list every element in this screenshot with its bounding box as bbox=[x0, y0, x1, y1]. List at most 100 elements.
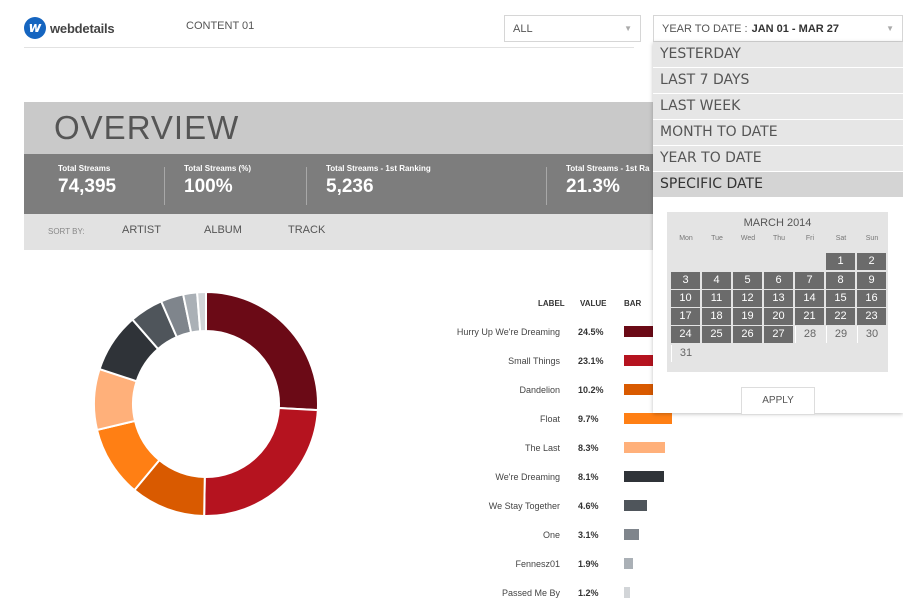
calendar-day[interactable]: 27 bbox=[764, 326, 793, 343]
sort-artist[interactable]: ARTIST bbox=[122, 224, 161, 236]
column-header-value: VALUE bbox=[580, 299, 607, 308]
calendar-day[interactable]: 6 bbox=[764, 272, 793, 289]
weekday-label: Wed bbox=[740, 235, 756, 242]
row-label: Passed Me By bbox=[501, 588, 560, 598]
header-divider bbox=[24, 47, 634, 48]
calendar-day[interactable]: 24 bbox=[671, 326, 700, 343]
sort-by-label: SORT BY: bbox=[48, 227, 85, 236]
chevron-down-icon: ▼ bbox=[886, 24, 894, 33]
row-bar bbox=[624, 442, 665, 453]
row-bar bbox=[624, 558, 633, 569]
calendar-day[interactable]: 20 bbox=[764, 308, 793, 325]
stat-first-ranking: Total Streams - 1st Ranking 5,236 bbox=[326, 164, 431, 198]
calendar-day[interactable]: 2 bbox=[857, 253, 886, 270]
webdetails-logo-icon: w bbox=[24, 17, 46, 39]
calendar-day[interactable]: 5 bbox=[733, 272, 762, 289]
calendar-day[interactable]: 14 bbox=[795, 290, 824, 307]
filter-select[interactable]: ALL ▼ bbox=[504, 15, 641, 42]
row-bar bbox=[624, 413, 672, 424]
calendar-day[interactable]: 29 bbox=[826, 326, 855, 343]
calendar-day[interactable]: 10 bbox=[671, 290, 700, 307]
date-range-prefix: YEAR TO DATE : bbox=[662, 22, 748, 35]
calendar-day[interactable]: 31 bbox=[671, 345, 700, 362]
weekday-label: Thu bbox=[772, 235, 786, 242]
row-bar bbox=[624, 500, 647, 511]
calendar-day[interactable]: 22 bbox=[826, 308, 855, 325]
row-value: 1.2% bbox=[578, 588, 599, 598]
stat-label: Total Streams - 1st Ranking bbox=[326, 164, 431, 173]
stat-label: Total Streams (%) bbox=[184, 164, 251, 173]
apply-button[interactable]: APPLY bbox=[741, 387, 815, 415]
stat-value: 74,395 bbox=[58, 176, 117, 197]
row-label: We Stay Together bbox=[488, 501, 560, 511]
row-value: 10.2% bbox=[578, 385, 604, 395]
stat-label: Total Streams bbox=[58, 164, 111, 173]
date-range-select[interactable]: YEAR TO DATE : JAN 01 - MAR 27 ▼ bbox=[653, 15, 903, 42]
stat-divider bbox=[306, 167, 307, 205]
calendar-day[interactable]: 13 bbox=[764, 290, 793, 307]
row-value: 23.1% bbox=[578, 356, 604, 366]
calendar-day[interactable]: 28 bbox=[795, 326, 824, 343]
weekday-label: Fri bbox=[805, 235, 815, 242]
logo[interactable]: w webdetails bbox=[24, 17, 115, 39]
calendar-day[interactable]: 1 bbox=[826, 253, 855, 270]
stat-total-streams-pct: Total Streams (%) 100% bbox=[184, 164, 251, 198]
column-header-label: LABEL bbox=[538, 299, 565, 308]
date-option-month-to-date[interactable]: MONTH TO DATE bbox=[653, 120, 903, 145]
calendar-day[interactable]: 12 bbox=[733, 290, 762, 307]
row-label: Fennesz01 bbox=[515, 559, 560, 569]
stat-first-ranking-pct: Total Streams - 1st Ra 21.3% bbox=[566, 164, 649, 198]
chevron-down-icon: ▼ bbox=[624, 24, 632, 33]
calendar-title: MARCH 2014 bbox=[743, 217, 812, 229]
calendar-day[interactable]: 7 bbox=[795, 272, 824, 289]
calendar-day[interactable]: 15 bbox=[826, 290, 855, 307]
date-option-specific-date[interactable]: SPECIFIC DATE bbox=[653, 172, 903, 197]
row-value: 1.9% bbox=[578, 559, 599, 569]
row-value: 8.1% bbox=[578, 472, 599, 482]
calendar-day[interactable]: 16 bbox=[857, 290, 886, 307]
row-bar bbox=[624, 587, 630, 598]
calendar-day[interactable]: 18 bbox=[702, 308, 731, 325]
date-option-yesterday[interactable]: YESTERDAY bbox=[653, 42, 903, 67]
donut-slice-1[interactable] bbox=[203, 406, 319, 517]
row-value: 4.6% bbox=[578, 501, 599, 511]
date-range-value: JAN 01 - MAR 27 bbox=[751, 22, 839, 35]
content-label: CONTENT 01 bbox=[186, 20, 255, 32]
row-label: Float bbox=[539, 414, 560, 424]
donut-chart bbox=[93, 290, 319, 518]
weekday-label: Sat bbox=[835, 235, 847, 242]
calendar-day[interactable]: 17 bbox=[671, 308, 700, 325]
date-option-last-7-days[interactable]: LAST 7 DAYS bbox=[653, 68, 903, 93]
page-title: OVERVIEW bbox=[54, 109, 240, 146]
row-label: Hurry Up We're Dreaming bbox=[456, 327, 560, 337]
calendar-day[interactable]: 30 bbox=[857, 326, 886, 343]
row-value: 8.3% bbox=[578, 443, 599, 453]
calendar-day[interactable]: 8 bbox=[826, 272, 855, 289]
row-bar bbox=[624, 529, 639, 540]
calendar-day[interactable]: 11 bbox=[702, 290, 731, 307]
donut-slice-0[interactable] bbox=[205, 290, 319, 412]
calendar-day[interactable]: 21 bbox=[795, 308, 824, 325]
row-value: 9.7% bbox=[578, 414, 599, 424]
calendar-day[interactable]: 19 bbox=[733, 308, 762, 325]
date-option-last-week[interactable]: LAST WEEK bbox=[653, 94, 903, 119]
calendar-day[interactable]: 4 bbox=[702, 272, 731, 289]
calendar-day[interactable]: 23 bbox=[857, 308, 886, 325]
stat-divider bbox=[164, 167, 165, 205]
column-header-bar: BAR bbox=[624, 299, 642, 308]
calendar-day[interactable]: 3 bbox=[671, 272, 700, 289]
row-bar bbox=[624, 471, 664, 482]
row-label: We're Dreaming bbox=[495, 472, 560, 482]
row-value: 24.5% bbox=[578, 327, 604, 337]
stat-value: 21.3% bbox=[566, 176, 620, 197]
calendar-day[interactable]: 25 bbox=[702, 326, 731, 343]
stat-value: 5,236 bbox=[326, 176, 374, 197]
sort-album[interactable]: ALBUM bbox=[204, 224, 242, 236]
date-option-year-to-date[interactable]: YEAR TO DATE bbox=[653, 146, 903, 171]
calendar-day[interactable]: 9 bbox=[857, 272, 886, 289]
sort-track[interactable]: TRACK bbox=[288, 224, 325, 236]
stat-divider bbox=[546, 167, 547, 205]
row-value: 3.1% bbox=[578, 530, 599, 540]
calendar-day[interactable]: 26 bbox=[733, 326, 762, 343]
date-range-options: YESTERDAY LAST 7 DAYS LAST WEEK MONTH TO DA… bbox=[653, 42, 903, 197]
